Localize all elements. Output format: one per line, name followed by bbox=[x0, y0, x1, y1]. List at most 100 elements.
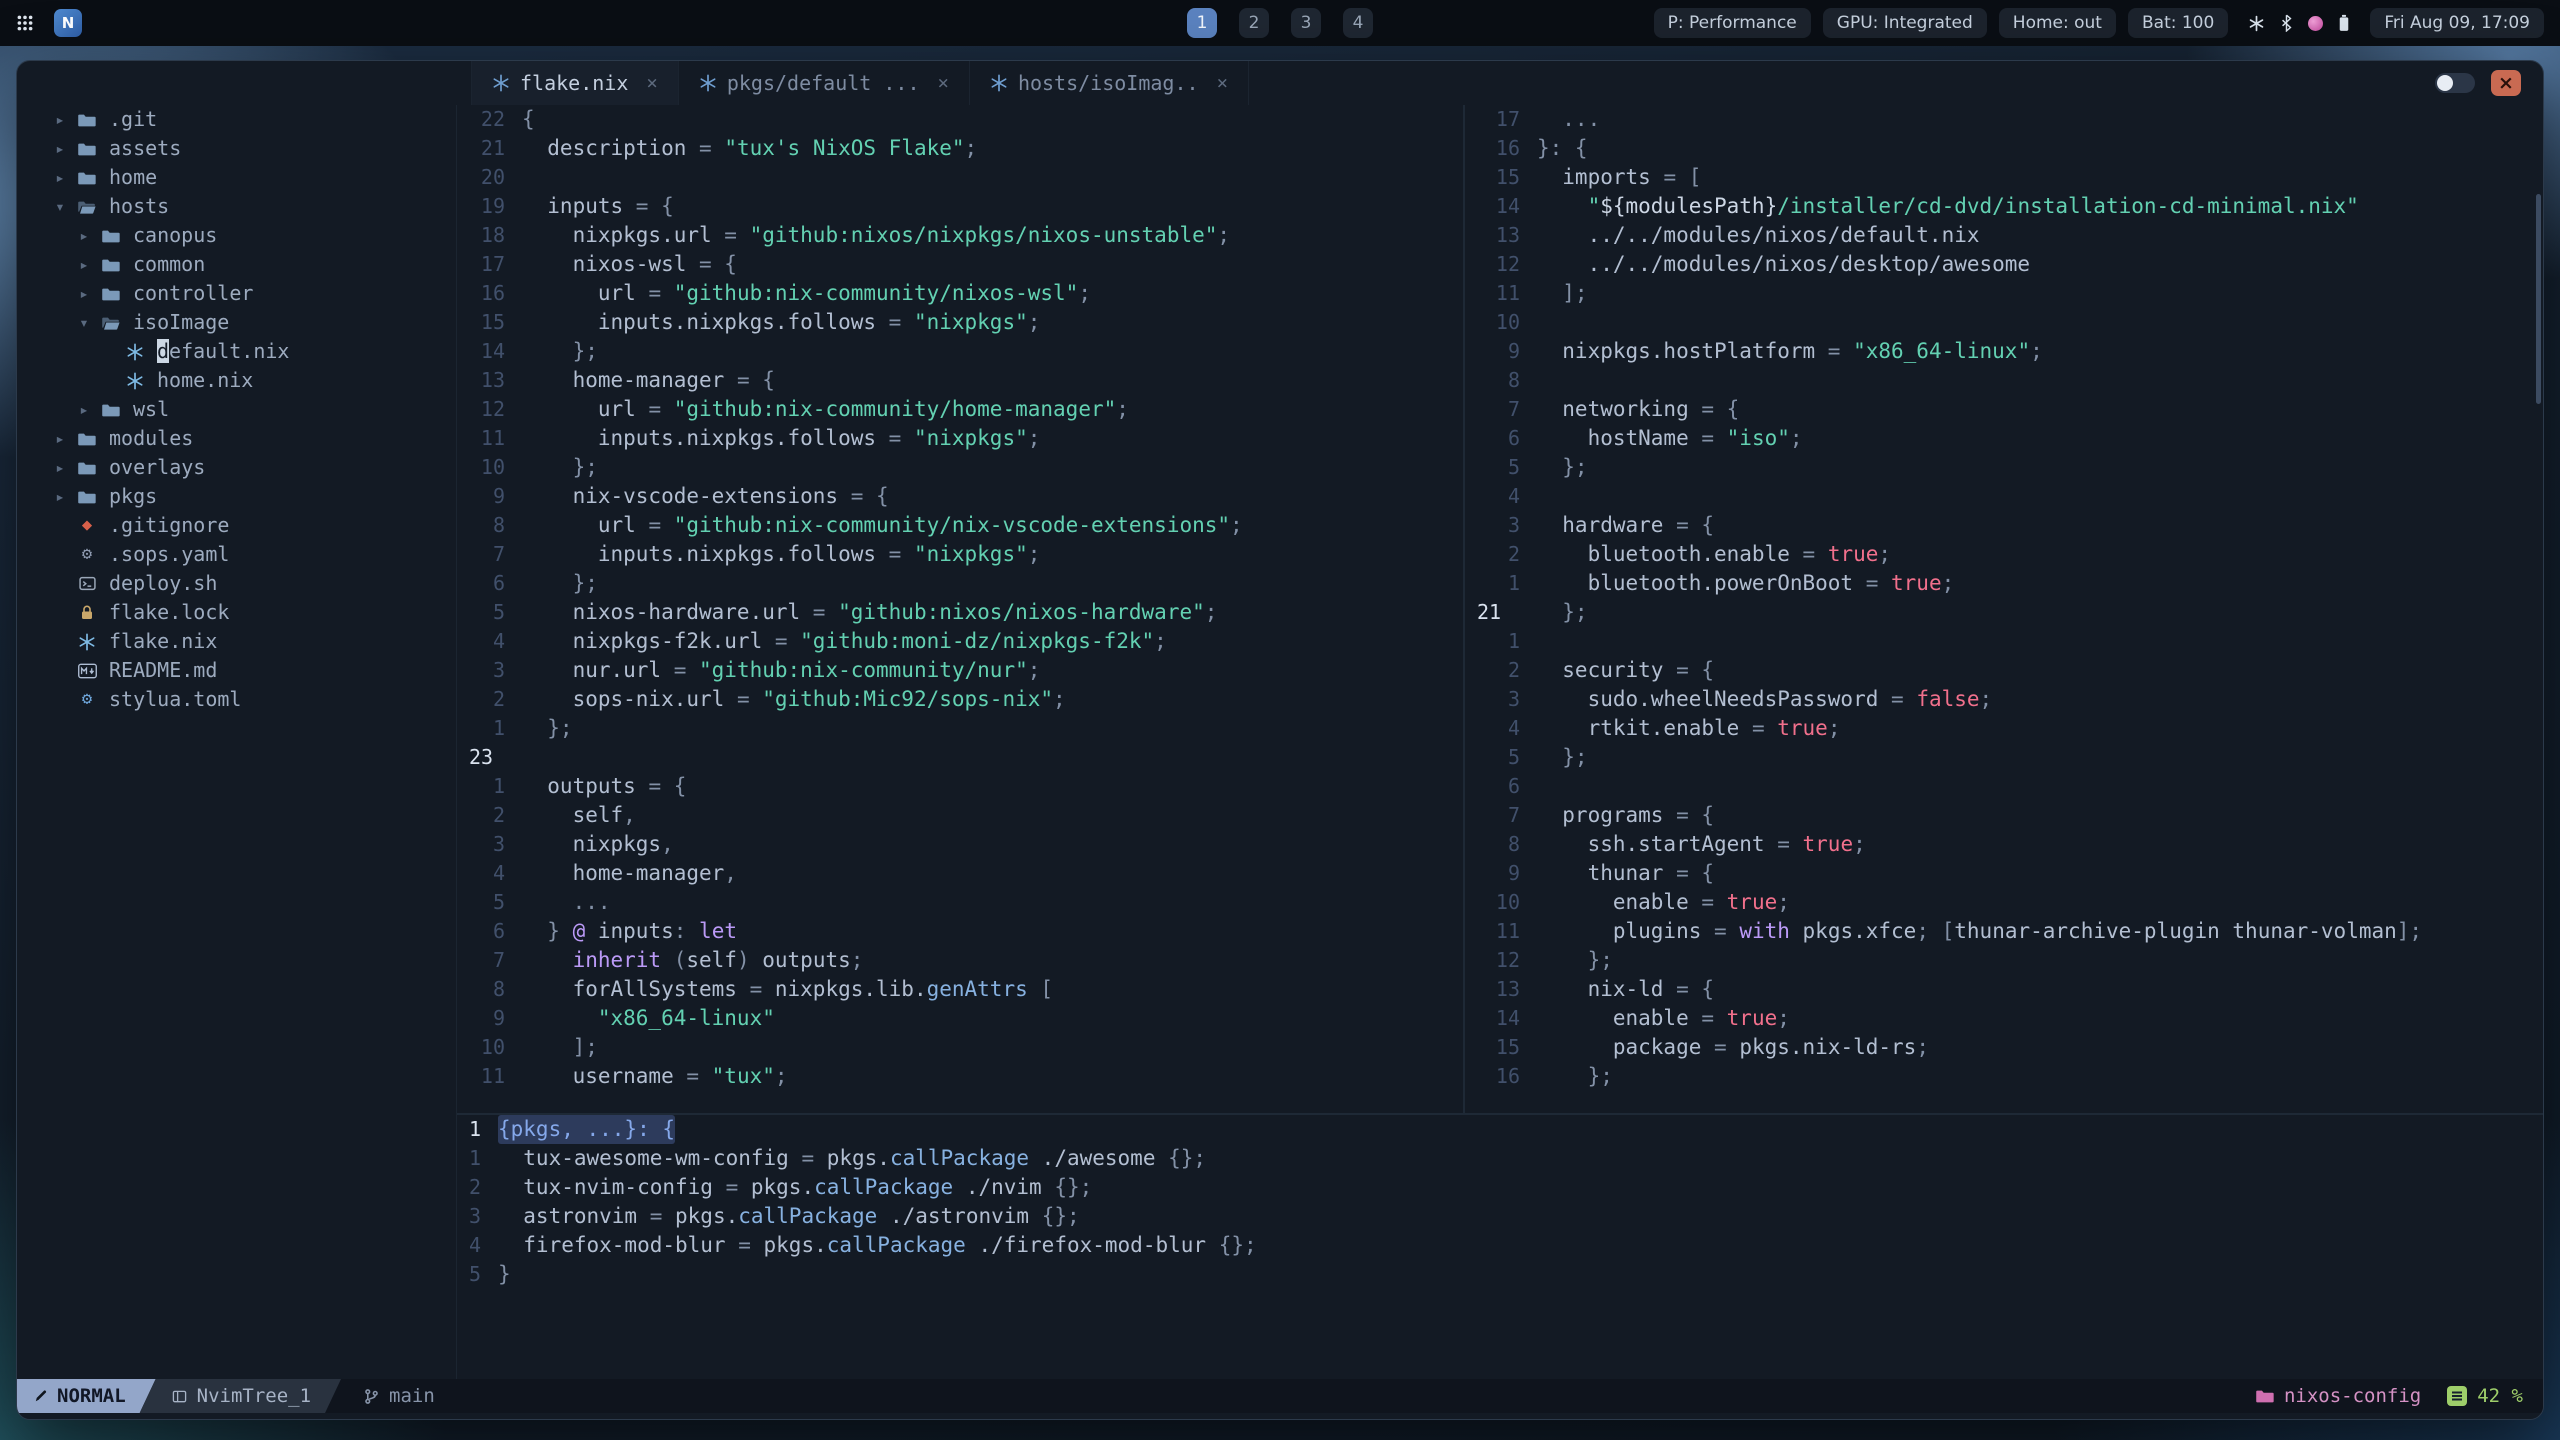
tree-item-deploy-sh[interactable]: deploy.sh bbox=[17, 569, 456, 598]
line-number: 15 bbox=[480, 310, 505, 334]
chevron-right-icon[interactable]: ▸ bbox=[71, 250, 97, 279]
code-line: 8 bbox=[1465, 366, 2543, 395]
code-text: plugins = with pkgs.xfce; [thunar-archiv… bbox=[1537, 919, 2423, 943]
line-number: 2 bbox=[492, 803, 505, 827]
chevron-right-icon[interactable]: ▸ bbox=[47, 134, 73, 163]
tree-item-canopus[interactable]: ▸ canopus bbox=[17, 221, 456, 250]
tree-item-pkgs[interactable]: ▸ pkgs bbox=[17, 482, 456, 511]
tree-item-home[interactable]: ▸ home bbox=[17, 163, 456, 192]
code-text: nixpkgs.hostPlatform = "x86_64-linux"; bbox=[1537, 339, 2043, 363]
buffer-tab-1[interactable]: flake.nix × bbox=[471, 61, 679, 105]
status-pill-battery[interactable]: Bat: 100 bbox=[2127, 8, 2229, 38]
tree-item-hosts[interactable]: ▾ hosts bbox=[17, 192, 456, 221]
bluetooth-icon[interactable] bbox=[2280, 14, 2293, 32]
code-text: nixpkgs-f2k.url = "github:moni-dz/nixpkg… bbox=[522, 629, 1167, 653]
tree-item-flake-lock[interactable]: flake.lock bbox=[17, 598, 456, 627]
workspace-button-3[interactable]: 3 bbox=[1291, 8, 1321, 38]
code-line: 1 {pkgs, ...}: { bbox=[457, 1115, 2543, 1144]
tree-item-label: stylua.toml bbox=[109, 687, 242, 711]
workspace-button-1[interactable]: 1 bbox=[1187, 8, 1217, 38]
system-bar-left: N bbox=[16, 9, 82, 37]
tree-item-label: overlays bbox=[109, 455, 206, 479]
chevron-right-icon[interactable]: ▸ bbox=[47, 482, 73, 511]
tree-item-flake-nix[interactable]: flake.nix bbox=[17, 627, 456, 656]
status-pill-gpu[interactable]: GPU: Integrated bbox=[1822, 8, 1987, 38]
code-text: }; bbox=[522, 571, 598, 595]
hue-icon[interactable] bbox=[2308, 15, 2324, 31]
code-line: 17 nixos-wsl = { bbox=[457, 250, 1463, 279]
tree-item-controller[interactable]: ▸ controller bbox=[17, 279, 456, 308]
tree-item-modules[interactable]: ▸ modules bbox=[17, 424, 456, 453]
tree-item-git[interactable]: ▸ .git bbox=[17, 105, 456, 134]
chevron-right-icon[interactable]: ▸ bbox=[47, 453, 73, 482]
line-number: 2 bbox=[1507, 542, 1520, 566]
code-text: inputs = { bbox=[522, 194, 674, 218]
status-pill-power-profile[interactable]: P: Performance bbox=[1653, 8, 1811, 38]
tab-close-icon[interactable]: × bbox=[937, 72, 948, 94]
scrollbar-thumb[interactable] bbox=[2536, 194, 2541, 404]
code-text: "x86_64-linux" bbox=[522, 1006, 775, 1030]
line-number: 10 bbox=[480, 455, 505, 479]
chevron-right-icon[interactable]: ▸ bbox=[47, 424, 73, 453]
chevron-right-icon[interactable]: ▸ bbox=[71, 279, 97, 308]
line-number: 11 bbox=[480, 1064, 505, 1088]
code-text: }: { bbox=[1537, 136, 1588, 160]
line-number: 20 bbox=[480, 165, 505, 189]
tree-item-overlays[interactable]: ▸ overlays bbox=[17, 453, 456, 482]
chevron-down-icon[interactable]: ▾ bbox=[71, 308, 97, 337]
tree-item-label: wsl bbox=[133, 397, 170, 421]
line-number: 4 bbox=[1507, 484, 1520, 508]
tree-item-wsl[interactable]: ▸ wsl bbox=[17, 395, 456, 424]
file-tree[interactable]: ▸ .git ▸ assets ▸ home ▾ hosts ▸ canopus ▸ common ▸ c… bbox=[17, 105, 457, 1379]
status-pill-home-status[interactable]: Home: out bbox=[1998, 8, 2116, 38]
chevron-right-icon[interactable]: ▸ bbox=[71, 221, 97, 250]
tree-item-default-nix[interactable]: default.nix bbox=[17, 337, 456, 366]
editor-area: ▸ .git ▸ assets ▸ home ▾ hosts ▸ canopus ▸ common ▸ c… bbox=[17, 105, 2543, 1379]
tab-close-icon[interactable]: × bbox=[646, 72, 657, 94]
neovim-taskbar-icon[interactable]: N bbox=[54, 9, 82, 37]
fan-icon[interactable] bbox=[2248, 15, 2265, 32]
window-close-button[interactable]: × bbox=[2491, 70, 2521, 96]
code-text: home-manager, bbox=[522, 861, 737, 885]
workspace-button-2[interactable]: 2 bbox=[1239, 8, 1269, 38]
tree-item-readme-md[interactable]: README.md bbox=[17, 656, 456, 685]
code-line: 9 thunar = { bbox=[1465, 859, 2543, 888]
line-number: 2 bbox=[492, 687, 505, 711]
chevron-right-icon[interactable]: ▸ bbox=[47, 105, 73, 134]
line-number: 23 bbox=[469, 745, 494, 769]
code-text: tux-awesome-wm-config = pkgs.callPackage… bbox=[498, 1146, 1207, 1170]
app-launcher-icon[interactable] bbox=[16, 14, 34, 32]
chevron-right-icon[interactable]: ▸ bbox=[71, 395, 97, 424]
code-line: 12 }; bbox=[1465, 946, 2543, 975]
battery-icon[interactable] bbox=[2338, 14, 2350, 32]
buffer-tab-3[interactable]: hosts/isoImag.. × bbox=[970, 61, 1250, 105]
tree-item-sops-yaml[interactable]: ⚙ .sops.yaml bbox=[17, 540, 456, 569]
code-text: hostName = "iso"; bbox=[1537, 426, 1803, 450]
editor-pane-flake-nix[interactable]: 22{21 description = "tux's NixOS Flake";… bbox=[457, 105, 1463, 1113]
line-number: 1 bbox=[468, 1146, 481, 1170]
folder-icon bbox=[2256, 1387, 2274, 1405]
chevron-down-icon[interactable]: ▾ bbox=[47, 192, 73, 221]
tree-item-common[interactable]: ▸ common bbox=[17, 250, 456, 279]
nix-icon bbox=[699, 74, 717, 92]
code-text: ../../modules/nixos/default.nix bbox=[1537, 223, 1980, 247]
tree-item-gitignore[interactable]: ◆ .gitignore bbox=[17, 511, 456, 540]
tree-item-stylua-toml[interactable]: ⚙ stylua.toml bbox=[17, 685, 456, 714]
chevron-right-icon[interactable]: ▸ bbox=[47, 163, 73, 192]
editor-pane-hosts-isoimage-default-nix[interactable]: 17 ... 16}: {15 imports = [14 "${modulesP… bbox=[1465, 105, 2543, 1113]
tree-item-isoimage[interactable]: ▾ isoImage bbox=[17, 308, 456, 337]
tree-item-assets[interactable]: ▸ assets bbox=[17, 134, 456, 163]
code-line: 16 url = "github:nix-community/nixos-wsl… bbox=[457, 279, 1463, 308]
tab-label: hosts/isoImag.. bbox=[1017, 71, 1199, 95]
clock[interactable]: Fri Aug 09, 17:09 bbox=[2370, 8, 2544, 38]
workspace-button-4[interactable]: 4 bbox=[1343, 8, 1373, 38]
editor-pane-pkgs-default-nix[interactable]: 1 {pkgs, ...}: {1 tux-awesome-wm-config =… bbox=[457, 1115, 2543, 1379]
code-line: 5 nixos-hardware.url = "github:nixos/nix… bbox=[457, 598, 1463, 627]
titlebar-toggle[interactable] bbox=[2435, 73, 2475, 93]
tab-close-icon[interactable]: × bbox=[1217, 72, 1228, 94]
buffer-tab-2[interactable]: pkgs/default ... × bbox=[679, 61, 970, 105]
code-text: ... bbox=[1537, 107, 1601, 131]
tree-item-home-nix[interactable]: home.nix bbox=[17, 366, 456, 395]
tray-icons bbox=[2248, 14, 2350, 32]
code-text: } @ inputs: let bbox=[522, 919, 737, 943]
